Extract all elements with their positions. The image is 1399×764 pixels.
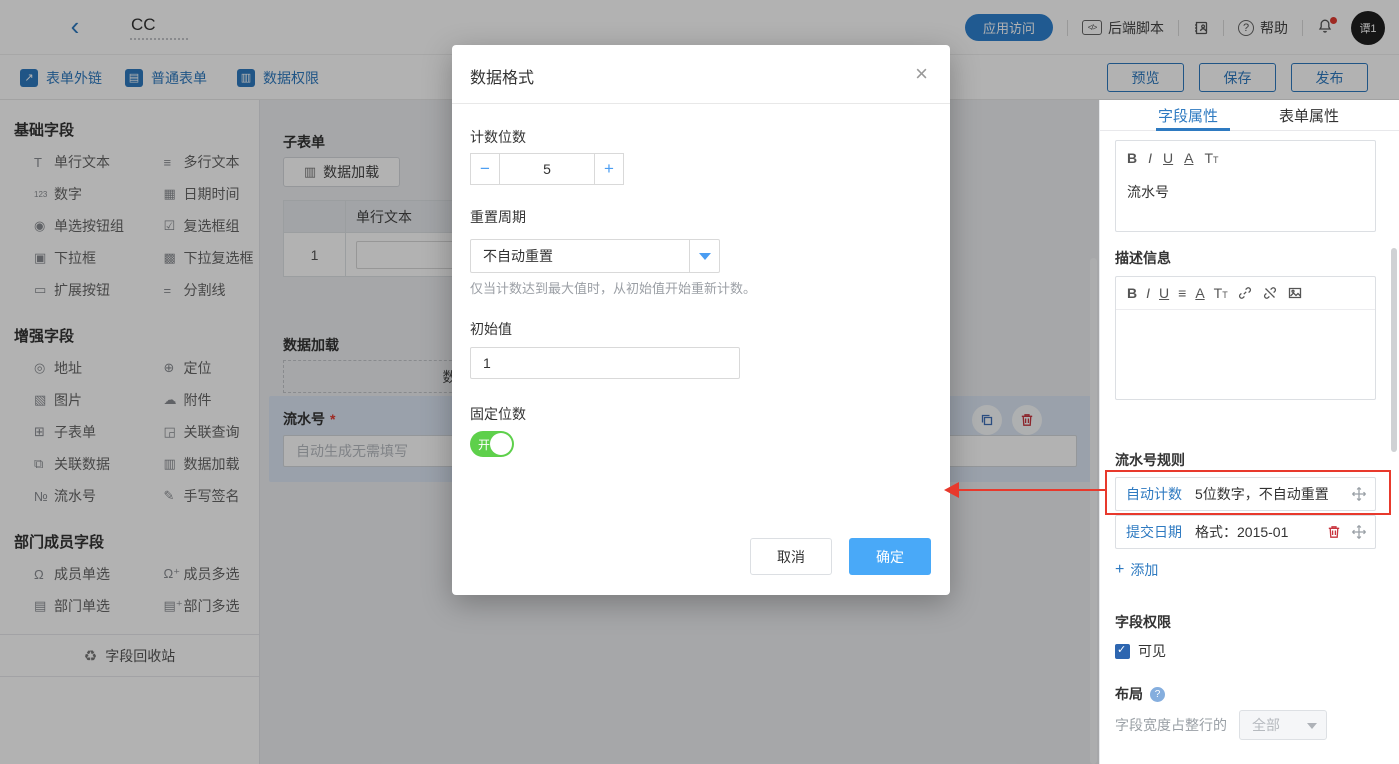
trash-icon[interactable] xyxy=(1326,524,1342,540)
fixed-digits-toggle-on[interactable]: 开 xyxy=(470,431,514,457)
fixed-digits-label: 固定位数 xyxy=(470,404,526,424)
close-icon[interactable]: × xyxy=(915,61,928,87)
field-width-label: 字段宽度占整行的 xyxy=(1115,715,1227,735)
description-editor[interactable]: BIU ≡ A TT xyxy=(1115,276,1376,400)
field-permission-label: 字段权限 xyxy=(1115,612,1171,632)
cancel-button[interactable]: 取消 xyxy=(750,538,832,575)
field-name-value[interactable]: 流水号 xyxy=(1116,174,1375,210)
form-designer: ‹ CC 应用访问 </> 后端脚本 ? 帮助 谭1 xyxy=(0,0,1399,764)
underline-icon[interactable]: U xyxy=(1159,285,1169,301)
font-color-icon[interactable]: A xyxy=(1184,150,1193,166)
initial-value-input[interactable] xyxy=(470,347,740,379)
add-rule-button[interactable]: + 添加 xyxy=(1115,560,1158,580)
rule-description: 格式：2015-01 xyxy=(1195,522,1288,542)
minus-button[interactable]: − xyxy=(470,153,499,185)
toggle-on-text: 开 xyxy=(478,436,490,453)
bold-icon[interactable]: B xyxy=(1127,285,1137,301)
count-digits-label: 计数位数 xyxy=(470,127,526,147)
unlink-icon[interactable] xyxy=(1262,285,1278,301)
tab-field-properties[interactable]: 字段属性 xyxy=(1158,105,1218,126)
toggle-knob xyxy=(490,433,512,455)
field-width-row: 字段宽度占整行的 全部 xyxy=(1115,710,1327,740)
dialog-divider xyxy=(452,103,950,104)
italic-icon[interactable]: I xyxy=(1148,150,1152,166)
modal-overlay xyxy=(1099,0,1399,100)
font-color-icon[interactable]: A xyxy=(1195,285,1204,301)
italic-icon[interactable]: I xyxy=(1146,285,1150,301)
visible-checkbox-row[interactable]: 可见 xyxy=(1115,641,1166,661)
confirm-button[interactable]: 确定 xyxy=(849,538,931,575)
chevron-down-icon xyxy=(1307,723,1317,729)
data-format-dialog: 数据格式 × 计数位数 − 5 + 重置周期 不自动重置 仅当计数达到最大值时，… xyxy=(452,45,950,595)
description-label: 描述信息 xyxy=(1115,248,1171,268)
rule-type-link[interactable]: 提交日期 xyxy=(1126,522,1182,542)
image-icon[interactable] xyxy=(1287,285,1303,301)
link-icon[interactable] xyxy=(1237,285,1253,301)
count-digits-stepper: − 5 + xyxy=(470,153,624,185)
reset-cycle-hint: 仅当计数达到最大值时，从初始值开始重新计数。 xyxy=(470,278,756,297)
layout-help-icon[interactable]: ? xyxy=(1150,687,1165,702)
visible-label: 可见 xyxy=(1138,641,1166,661)
properties-panel: 字段属性 表单属性 BIUATT 流水号 描述信息 BIU≡ATT 流水号规则 … xyxy=(1099,100,1399,764)
annotation-highlight-box xyxy=(1105,470,1391,515)
serial-rule-row[interactable]: 提交日期格式：2015-01 xyxy=(1115,515,1376,549)
align-icon[interactable]: ≡ xyxy=(1178,285,1186,301)
tab-form-properties[interactable]: 表单属性 xyxy=(1279,105,1339,126)
serial-rules-label: 流水号规则 xyxy=(1115,450,1185,470)
add-rule-label: 添加 xyxy=(1130,560,1158,580)
count-digits-value[interactable]: 5 xyxy=(499,153,595,185)
annotation-arrow-head xyxy=(944,482,959,498)
underline-icon[interactable]: U xyxy=(1163,150,1173,166)
field-name-editor[interactable]: BIUA TT 流水号 xyxy=(1115,140,1376,232)
layout-label: 布局 ? xyxy=(1115,684,1165,704)
dialog-title: 数据格式 xyxy=(470,64,534,88)
plus-button[interactable]: + xyxy=(595,153,624,185)
font-size-icon[interactable]: TT xyxy=(1214,285,1228,301)
initial-value-label: 初始值 xyxy=(470,319,512,339)
field-width-select[interactable]: 全部 xyxy=(1239,710,1327,740)
reset-cycle-select[interactable]: 不自动重置 xyxy=(470,239,720,273)
select-caret-box[interactable] xyxy=(689,240,719,272)
bold-icon[interactable]: B xyxy=(1127,150,1137,166)
annotation-arrow-line xyxy=(958,489,1106,491)
chevron-down-icon xyxy=(699,253,711,260)
font-size-icon[interactable]: TT xyxy=(1204,150,1218,166)
move-icon[interactable] xyxy=(1351,524,1367,540)
field-width-value: 全部 xyxy=(1252,715,1280,735)
checkbox-checked-icon[interactable] xyxy=(1115,644,1130,659)
reset-cycle-value: 不自动重置 xyxy=(471,246,553,266)
reset-cycle-label: 重置周期 xyxy=(470,207,526,227)
active-tab-underline xyxy=(1156,128,1230,131)
panel-tabs: 字段属性 表单属性 xyxy=(1100,100,1399,131)
panel-scrollbar[interactable] xyxy=(1391,248,1397,452)
plus-icon: + xyxy=(1115,561,1124,579)
